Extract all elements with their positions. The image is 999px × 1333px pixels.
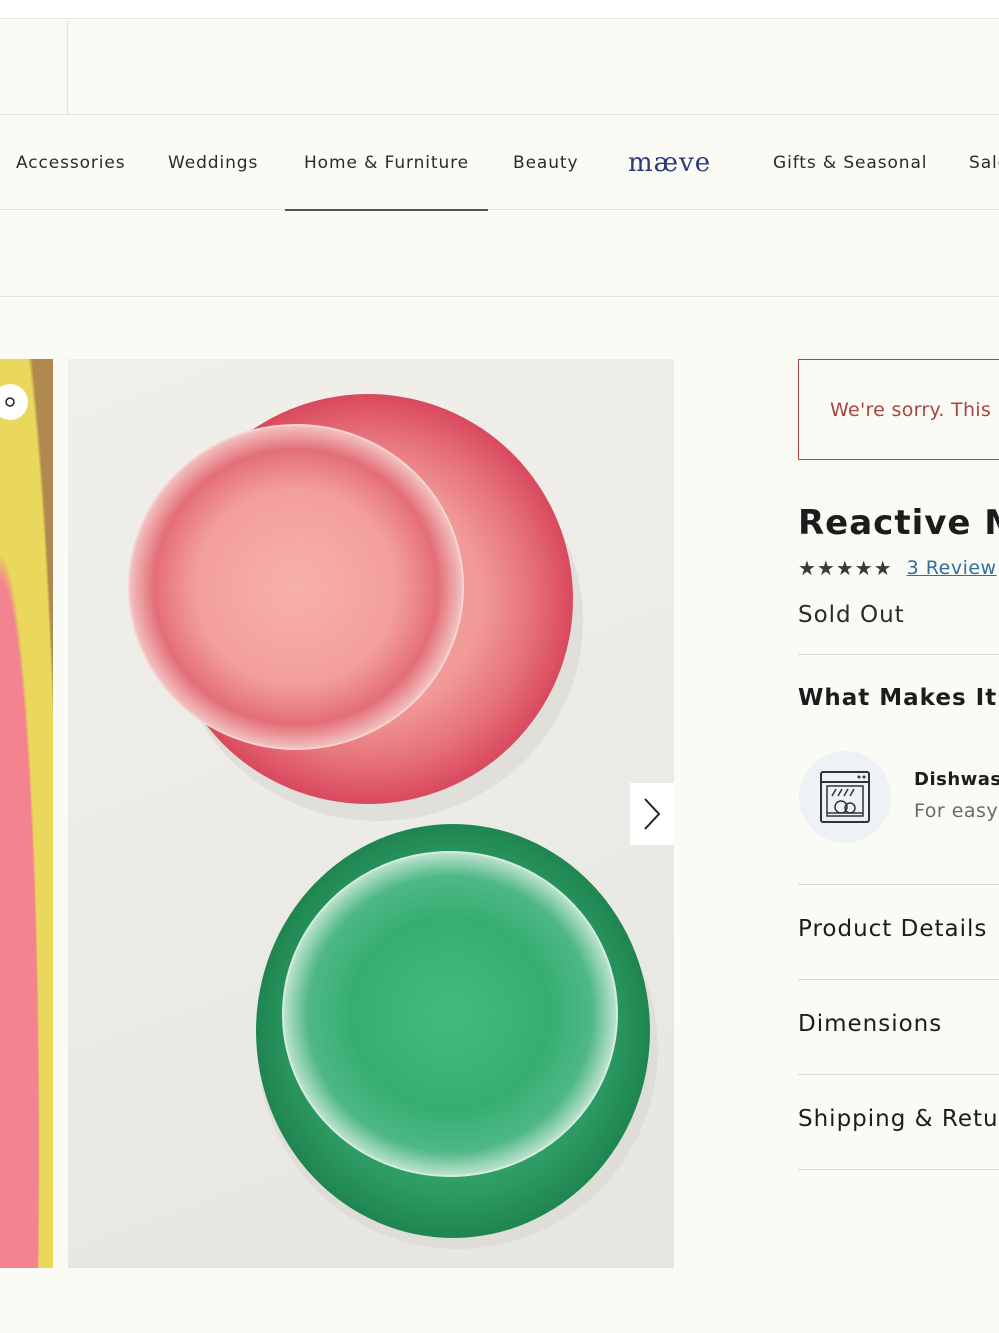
divider xyxy=(798,654,999,655)
nav-beauty[interactable]: Beauty xyxy=(513,115,578,210)
site-header xyxy=(0,19,999,115)
feature-subtitle: For easy xyxy=(914,800,999,822)
next-image-button[interactable] xyxy=(630,783,674,845)
product-status: Sold Out xyxy=(798,602,905,628)
sold-out-alert: We're sorry. This xyxy=(798,359,999,460)
category-nav: Accessories Weddings Home & Furniture Be… xyxy=(0,115,999,211)
divider xyxy=(798,1169,999,1170)
product-page: Accessories Weddings Home & Furniture Be… xyxy=(0,0,999,1333)
divider xyxy=(798,979,999,980)
breadcrumb-band xyxy=(0,210,999,297)
gallery-thumbnail[interactable] xyxy=(0,359,53,1268)
green-small-plate xyxy=(282,851,618,1177)
product-title: Reactive Me xyxy=(798,503,999,543)
accordion-dimensions[interactable]: Dimensions xyxy=(798,1011,942,1037)
product-rating: ★★★★★ 3 Review xyxy=(798,556,997,580)
chevron-right-icon xyxy=(644,798,661,830)
nav-sale[interactable]: Sale xyxy=(969,115,999,210)
divider xyxy=(798,1074,999,1075)
accordion-shipping-returns[interactable]: Shipping & Retur xyxy=(798,1106,999,1132)
nav-home-furniture[interactable]: Home & Furniture xyxy=(285,115,488,211)
what-makes-it-great-heading: What Makes It G xyxy=(798,685,999,711)
rating-stars-icon: ★★★★★ xyxy=(798,556,893,580)
top-bar xyxy=(0,0,999,19)
divider xyxy=(798,884,999,885)
nav-accessories[interactable]: Accessories xyxy=(16,115,126,210)
nav-gifts-seasonal[interactable]: Gifts & Seasonal xyxy=(773,115,927,210)
plates-illustration xyxy=(128,394,658,1249)
dishwasher-icon xyxy=(799,751,891,843)
reviews-link[interactable]: 3 Review xyxy=(907,557,997,579)
main-product-image[interactable] xyxy=(68,359,674,1268)
pink-small-plate xyxy=(128,424,464,750)
accordion-product-details[interactable]: Product Details xyxy=(798,916,987,942)
nav-weddings[interactable]: Weddings xyxy=(168,115,258,210)
nav-maeve-logo[interactable]: mæve xyxy=(628,115,711,210)
feature-title: Dishwash xyxy=(914,769,999,790)
header-divider xyxy=(67,20,68,115)
